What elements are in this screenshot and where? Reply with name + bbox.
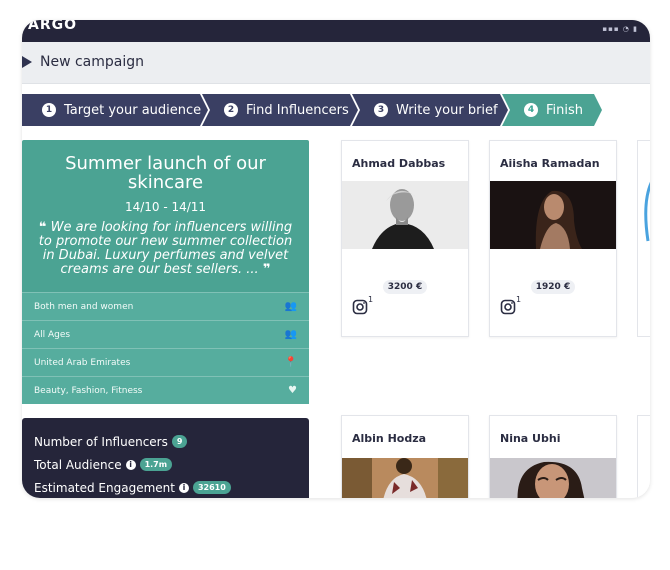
instagram-icon[interactable] [352, 299, 368, 315]
price-value: 1920 € [530, 280, 576, 294]
step-finish[interactable]: 4 Finish [502, 94, 602, 126]
instagram-count: 1 [516, 295, 522, 304]
influencer-photo [490, 458, 616, 498]
step-label: Finish [546, 102, 584, 118]
influencer-card[interactable]: Nina Ubhi [489, 415, 617, 498]
targeting-criteria: Both men and women 👥 All Ages 👥 United A… [22, 292, 309, 404]
stat-influencers: Number of Influencers 9 [34, 430, 297, 453]
price-tag: 3200 € [342, 274, 468, 294]
stat-badge: 1.7m [139, 458, 173, 471]
heart-icon: ♥ [288, 385, 297, 396]
users-icon: 👥 [284, 301, 297, 312]
criteria-location: United Arab Emirates 📍 [22, 348, 309, 376]
influencer-card-partial[interactable] [637, 140, 650, 337]
stat-label: Estimated Engagement [34, 480, 175, 495]
criteria-label: Both men and women [34, 301, 134, 312]
campaign-stats: Number of Influencers 9 Total Audience i… [22, 418, 309, 498]
quote-open-icon: ❝ [38, 220, 47, 235]
campaign-brief-text: We are looking for influencers willing t… [38, 220, 293, 277]
step-write-brief[interactable]: 3 Write your brief [352, 94, 508, 126]
step-target-audience[interactable]: 1 Target your audience [22, 94, 208, 126]
card-edge-decoration [644, 181, 650, 242]
influencer-card-partial[interactable] [637, 415, 650, 498]
campaign-card: Summer launch of our skincare 14/10 - 14… [22, 140, 309, 404]
campaign-brief: ❝ We are looking for influencers willing… [36, 221, 295, 277]
info-icon[interactable]: i [125, 459, 136, 470]
status-icons: ▪▪▪ ◔ ▮ [602, 25, 638, 33]
influencer-photo [342, 181, 468, 249]
page-header: New campaign [22, 42, 650, 84]
top-bar: ARGO ▪▪▪ ◔ ▮ [22, 20, 650, 42]
step-number: 1 [42, 103, 56, 117]
instagram-count: 1 [368, 295, 374, 304]
step-label: Find Influencers [246, 102, 349, 118]
stat-badge: 32610 [192, 481, 231, 494]
step-label: Target your audience [64, 102, 202, 118]
influencer-card[interactable]: Aiisha Ramadan 1920 € 1 [489, 140, 617, 337]
influencer-name: Albin Hodza [352, 432, 427, 445]
info-icon[interactable]: i [178, 482, 189, 493]
stat-label: Number of Influencers [34, 434, 168, 449]
criteria-label: United Arab Emirates [34, 357, 131, 368]
portrait-image [342, 181, 468, 249]
play-icon[interactable] [22, 56, 32, 68]
influencer-name: Nina Ubhi [500, 432, 561, 445]
page-title: New campaign [40, 54, 145, 70]
portrait-image [490, 181, 616, 249]
criteria-label: Beauty, Fashion, Fitness [34, 385, 143, 396]
influencer-card[interactable]: Ahmad Dabbas 3200 € 1 [341, 140, 469, 337]
criteria-label: All Ages [34, 329, 71, 340]
wizard-steps: 1 Target your audience 2 Find Influencer… [22, 94, 650, 126]
step-number: 2 [224, 103, 238, 117]
campaign-dates: 14/10 - 14/11 [124, 200, 207, 214]
influencer-photo [342, 458, 468, 498]
price-tag: 1920 € [490, 274, 616, 294]
influencer-name: Ahmad Dabbas [352, 157, 446, 170]
step-label: Write your brief [396, 102, 498, 118]
users-icon: 👥 [284, 329, 297, 340]
app-window: ARGO ▪▪▪ ◔ ▮ New campaign 1 Target your … [22, 20, 650, 498]
instagram-icon[interactable] [500, 299, 516, 315]
criteria-interests: Beauty, Fashion, Fitness ♥ [22, 376, 309, 404]
influencer-card[interactable]: Albin Hodza [341, 415, 469, 498]
brand-logo: ARGO [28, 20, 78, 33]
stat-engagement: Estimated Engagement i 32610 [34, 476, 297, 498]
step-number: 4 [524, 103, 538, 117]
stat-badge: 9 [171, 435, 188, 448]
influencer-photo [490, 181, 616, 249]
price-value: 3200 € [382, 280, 428, 294]
criteria-gender: Both men and women 👥 [22, 292, 309, 320]
stat-audience: Total Audience i 1.7m [34, 453, 297, 476]
campaign-title: Summer launch of our skincare [65, 153, 266, 193]
portrait-image [490, 458, 616, 498]
influencer-name: Aiisha Ramadan [500, 157, 600, 170]
location-pin-icon: 📍 [284, 357, 297, 368]
portrait-image [342, 458, 468, 498]
step-number: 3 [374, 103, 388, 117]
criteria-age: All Ages 👥 [22, 320, 309, 348]
quote-close-icon: ❞ [262, 262, 271, 277]
step-find-influencers[interactable]: 2 Find Influencers [202, 94, 358, 126]
stat-label: Total Audience [34, 457, 122, 472]
